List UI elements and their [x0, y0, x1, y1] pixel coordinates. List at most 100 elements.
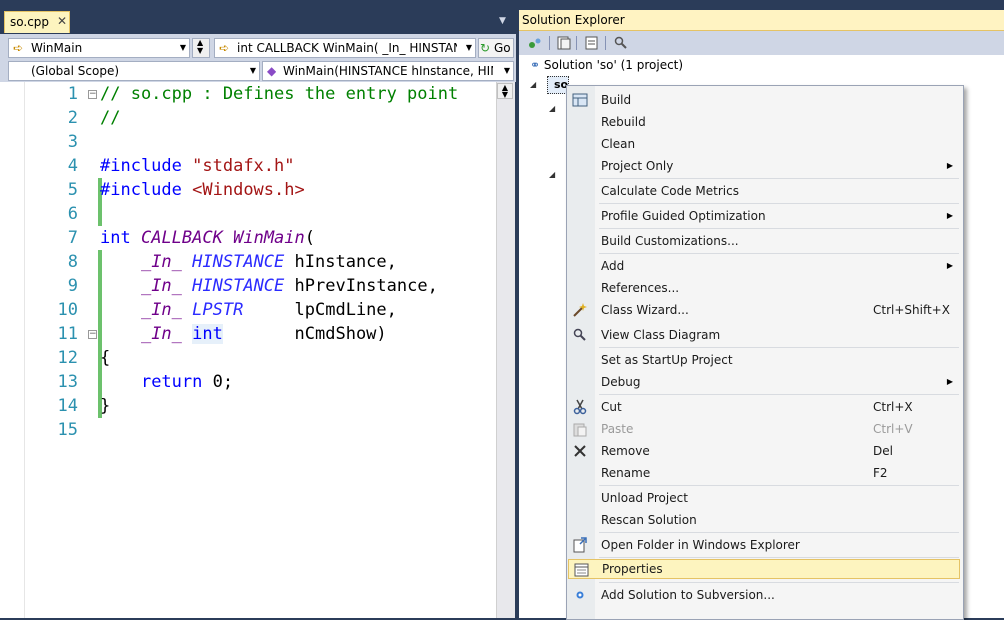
menu-item-add-to-subversion[interactable]: Add Solution to Subversion...	[567, 585, 963, 605]
menu-item-cut[interactable]: Cut Ctrl+X	[567, 397, 963, 417]
context-menu: Build Rebuild Clean Project Only ▶ Calcul…	[566, 85, 964, 620]
menu-item-project-only[interactable]: Project Only ▶	[567, 156, 963, 176]
menu-separator	[599, 532, 959, 533]
tab-title: so.cpp	[10, 15, 50, 29]
properties-icon[interactable]	[584, 35, 600, 51]
tab-dropdown-icon[interactable]: ▼	[499, 16, 506, 26]
solution-node[interactable]: ⚭ Solution 'so' (1 project)	[530, 58, 683, 72]
line-number: 12	[57, 348, 78, 368]
line-number: 15	[57, 420, 78, 440]
line-number: 3	[67, 132, 78, 152]
menu-separator	[599, 582, 959, 583]
subversion-icon	[576, 591, 584, 599]
method-icon: ◆	[267, 64, 277, 78]
class-view-icon[interactable]	[613, 35, 629, 51]
solution-label: Solution 'so' (1 project)	[543, 58, 684, 72]
sync-icon[interactable]	[527, 35, 543, 51]
collapse-icon[interactable]: −	[88, 90, 97, 99]
indicator-margin	[0, 82, 25, 618]
vertical-scrollbar[interactable]	[496, 82, 515, 618]
solution-explorer-title-bar: Solution Explorer	[519, 10, 1004, 31]
menu-item-rebuild[interactable]: Rebuild	[567, 112, 963, 132]
code-line-7: int CALLBACK WinMain(	[100, 228, 316, 248]
line-number: 9	[67, 276, 78, 296]
menu-separator	[599, 394, 959, 395]
open-folder-icon	[573, 537, 587, 553]
scope-combo[interactable]: (Global Scope) ▼	[8, 61, 260, 81]
menu-item-build[interactable]: Build	[567, 90, 963, 110]
menu-item-calculate-code-metrics[interactable]: Calculate Code Metrics	[567, 181, 963, 201]
menu-item-view-class-diagram[interactable]: View Class Diagram	[567, 325, 963, 345]
code-line-11: _In_ int nCmdShow)	[140, 324, 387, 344]
wand-icon	[573, 303, 587, 317]
toolbar-separator	[549, 36, 550, 50]
submenu-arrow-icon: ▶	[946, 161, 953, 170]
code-line-13: return 0;	[140, 372, 234, 392]
member-combo[interactable]: ➪ WinMain ▼	[8, 38, 190, 58]
function-combo[interactable]: ◆ WinMain(HINSTANCE hInstance, HINST’ ▼	[262, 61, 514, 81]
expand-arrow-icon[interactable]: ◢	[549, 170, 555, 179]
properties-icon	[574, 563, 589, 577]
toolbar-separator	[605, 36, 606, 50]
solution-explorer-toolbar	[519, 31, 1004, 55]
menu-item-rescan-solution[interactable]: Rescan Solution	[567, 510, 963, 530]
toolbar-separator	[576, 36, 577, 50]
chevron-down-icon: ▼	[465, 43, 472, 52]
tab-so-cpp[interactable]: so.cpp ✕	[4, 11, 70, 33]
menu-item-build-customizations[interactable]: Build Customizations...	[567, 231, 963, 251]
expand-arrow-icon[interactable]: ◢	[530, 80, 536, 89]
menu-separator	[599, 203, 959, 204]
submenu-arrow-icon: ▶	[946, 261, 953, 270]
go-icon: ↻	[480, 41, 491, 55]
menu-item-unload-project[interactable]: Unload Project	[567, 488, 963, 508]
menu-item-references[interactable]: References...	[567, 278, 963, 298]
expand-arrow-icon[interactable]: ◢	[549, 104, 555, 113]
code-line-9: _In_ HINSTANCE hPrevInstance,	[140, 276, 438, 296]
menu-item-clean[interactable]: Clean	[567, 134, 963, 154]
line-number: 5	[67, 180, 78, 200]
code-line-2: //	[100, 108, 121, 128]
arrow-icon: ➪	[219, 41, 230, 55]
code-line-1: // so.cpp : Defines the entry point	[100, 84, 459, 104]
line-number: 13	[57, 372, 78, 392]
menu-item-set-as-startup[interactable]: Set as StartUp Project	[567, 350, 963, 370]
close-icon[interactable]: ✕	[57, 14, 67, 28]
menu-item-open-folder[interactable]: Open Folder in Windows Explorer	[567, 535, 963, 555]
menu-item-class-wizard[interactable]: Class Wizard... Ctrl+Shift+X	[567, 300, 963, 320]
class-diagram-icon	[573, 328, 586, 341]
menu-item-profile-guided-optimization[interactable]: Profile Guided Optimization ▶	[567, 206, 963, 226]
submenu-arrow-icon: ▶	[946, 377, 953, 386]
menu-item-add[interactable]: Add ▶	[567, 256, 963, 276]
menu-item-remove[interactable]: Remove Del	[567, 441, 963, 461]
code-line-4: #include "stdafx.h"	[100, 156, 295, 176]
go-button[interactable]: ↻ Go	[478, 38, 514, 58]
show-all-files-icon[interactable]	[556, 35, 572, 51]
code-line-12: {	[100, 348, 111, 368]
menu-separator	[599, 253, 959, 254]
code-line-14: }	[100, 396, 111, 416]
sync-spin-button[interactable]: ▲ ▼	[192, 38, 210, 58]
line-number: 10	[57, 300, 78, 320]
member-combo-value: WinMain	[31, 41, 83, 55]
menu-item-rename[interactable]: Rename F2	[567, 463, 963, 483]
code-line-5: #include <Windows.h>	[100, 180, 305, 200]
menu-separator	[599, 347, 959, 348]
menu-item-debug[interactable]: Debug ▶	[567, 372, 963, 392]
code-area[interactable]: 1 2 3 4 5 6 7 8 9 10 11 12 13 14 15 − − …	[0, 82, 496, 618]
spin-icon: ▲ ▼	[197, 39, 204, 55]
line-number: 6	[67, 204, 78, 224]
menu-item-properties[interactable]: Properties	[568, 559, 960, 579]
code-line-8: _In_ HINSTANCE hInstance,	[140, 252, 397, 272]
line-number: 1	[67, 84, 78, 104]
document-tab-strip: so.cpp ✕ ▼	[0, 0, 516, 34]
line-number: 4	[67, 156, 78, 176]
scope-combo-value: (Global Scope)	[31, 64, 120, 78]
build-icon	[572, 93, 588, 107]
solution-icon: ⚭	[530, 58, 541, 72]
code-line-10: _In_ LPSTR lpCmdLine,	[140, 300, 397, 320]
menu-item-paste[interactable]: Paste Ctrl+V	[567, 419, 963, 439]
collapse-icon[interactable]: −	[88, 330, 97, 339]
signature-combo[interactable]: ➪ int CALLBACK WinMain( _In_ HINSTANCE ▼	[214, 38, 476, 58]
signature-combo-value: int CALLBACK WinMain( _In_ HINSTANCE	[237, 41, 457, 55]
split-icon[interactable]: ▲ ▼	[497, 83, 513, 99]
